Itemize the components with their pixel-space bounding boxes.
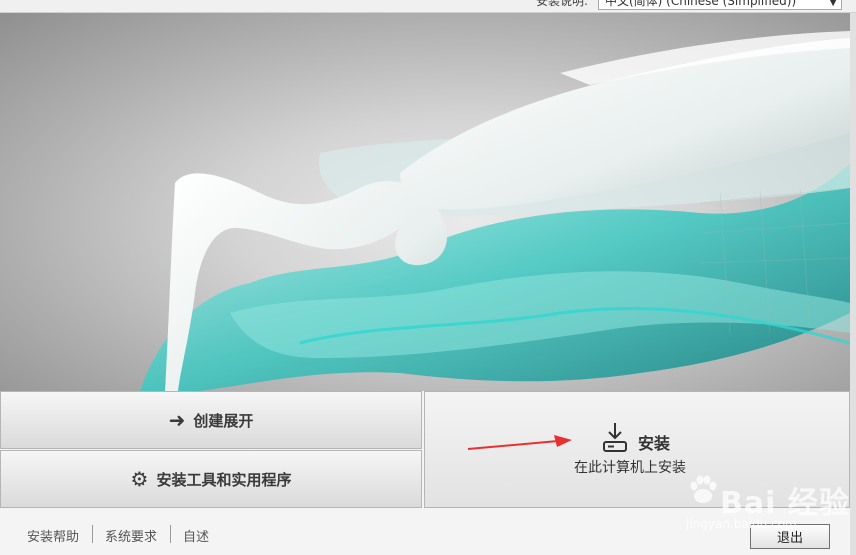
download-icon [603, 423, 627, 452]
footer-divider [170, 525, 171, 543]
install-help-link[interactable]: 安装帮助 [27, 526, 79, 545]
create-deployment-label: 创建展开 [193, 411, 254, 430]
annotation-arrow-icon [467, 435, 572, 450]
readme-link[interactable]: 自述 [183, 526, 209, 545]
footer-divider [92, 525, 93, 543]
gear-icon: ⚙ [130, 467, 149, 491]
watermark-text: Bai 经验 [720, 486, 850, 521]
install-tools-label: 安装工具和实用程序 [156, 470, 292, 489]
window-edge [850, 13, 856, 555]
watermark-url: jingyan.baidu.com [686, 517, 797, 531]
baidu-paw-icon [690, 475, 717, 503]
language-label: 安装说明: [536, 0, 589, 8]
create-deployment-button[interactable]: ➜ 创建展开 [0, 391, 422, 449]
language-bar: 安装说明: 中文(简体) (Chinese (Simplified)) ▼ [0, 0, 856, 13]
chevron-down-icon: ▼ [829, 0, 837, 8]
language-selected-value: 中文(简体) (Chinese (Simplified)) [605, 0, 797, 8]
hero-image [0, 13, 850, 391]
install-subtitle: 在此计算机上安装 [574, 460, 686, 476]
install-tools-button[interactable]: ⚙ 安装工具和实用程序 [0, 450, 422, 508]
system-requirements-link[interactable]: 系统要求 [105, 526, 157, 545]
install-title: 安装 [638, 434, 671, 453]
arrow-right-icon: ➜ [168, 408, 186, 432]
language-select[interactable]: 中文(简体) (Chinese (Simplified)) ▼ [598, 0, 842, 10]
